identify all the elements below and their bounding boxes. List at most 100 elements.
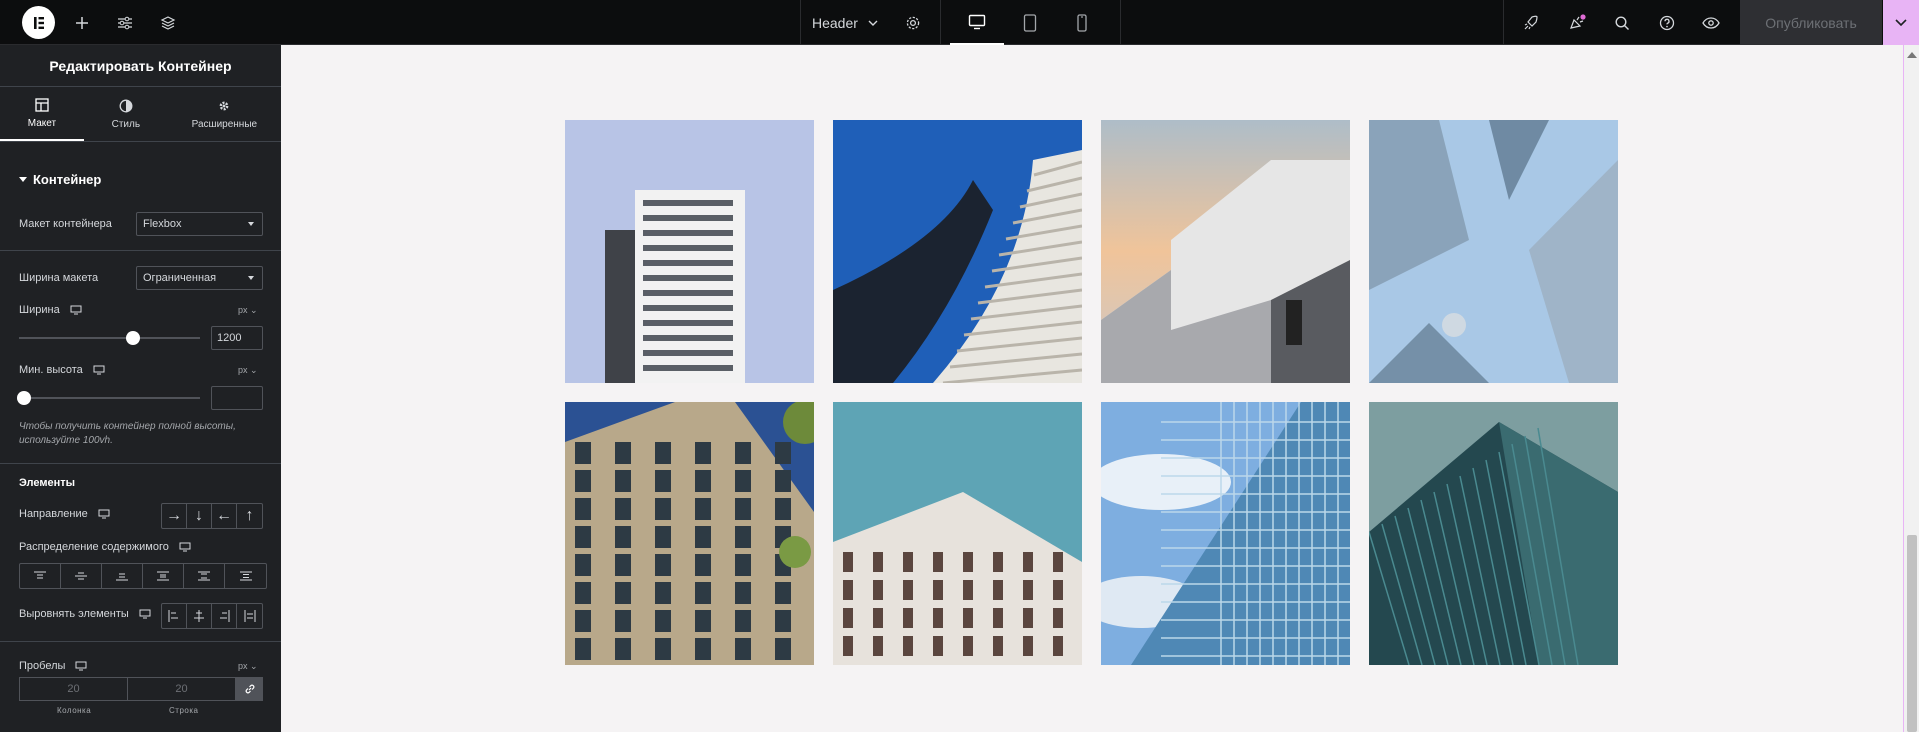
header-dropdown-label: Header	[812, 14, 858, 31]
justify-control-label: Распределение содержимого	[19, 541, 191, 553]
container-layout-label: Макет контейнера	[19, 218, 112, 230]
content-width-select[interactable]: Ограниченная	[136, 266, 263, 290]
justify-label: Распределение содержимого	[19, 541, 169, 553]
min-height-control-label: Мин. высота	[19, 364, 105, 376]
justify-center-icon[interactable]	[61, 564, 102, 588]
width-unit-dropdown[interactable]: px ⌄	[238, 305, 258, 316]
gallery-image-glass-tower-clouds[interactable]	[1101, 402, 1350, 665]
gaps-control-label: Пробелы	[19, 660, 87, 672]
width-label: Ширина	[19, 304, 60, 316]
width-slider-handle[interactable]	[126, 331, 141, 345]
gallery-image-curved-blue-tower[interactable]	[833, 120, 1082, 383]
tab-style-label: Стиль	[111, 118, 141, 130]
search-icon[interactable]	[1611, 0, 1633, 45]
width-slider[interactable]	[19, 337, 200, 339]
justify-end-icon[interactable]	[102, 564, 143, 588]
desktop-responsive-icon[interactable]	[179, 542, 191, 552]
direction-label: Направление	[19, 508, 88, 520]
gaps-label: Пробелы	[19, 660, 66, 672]
gallery-image-facade-with-tree[interactable]	[565, 402, 814, 665]
help-icon[interactable]	[1656, 0, 1678, 45]
caret-down-icon	[19, 176, 27, 182]
site-settings-icon[interactable]	[114, 0, 136, 45]
width-control-label: Ширина	[19, 304, 82, 316]
justify-space-between-icon[interactable]	[143, 564, 184, 588]
gallery-image-teal-glass-tower[interactable]	[1369, 402, 1618, 665]
align-stretch-icon[interactable]	[237, 604, 262, 628]
tab-layout[interactable]: Макет	[0, 87, 84, 141]
align-label: Выровнять элементы	[19, 608, 129, 620]
separator	[1120, 0, 1121, 45]
min-height-hint: Чтобы получить контейнер полной высоты, …	[19, 421, 236, 446]
desktop-responsive-icon[interactable]	[93, 365, 105, 375]
justify-start-icon[interactable]	[20, 564, 61, 588]
separator	[1503, 0, 1504, 45]
preview-canvas	[281, 45, 1903, 732]
align-end-icon[interactable]	[212, 604, 237, 628]
canvas-scrollbar[interactable]	[1903, 45, 1919, 732]
layout-icon	[35, 97, 49, 112]
gallery-image-brick-office-block[interactable]	[833, 402, 1082, 665]
desktop-responsive-icon[interactable]	[75, 661, 87, 671]
min-height-slider[interactable]	[19, 397, 200, 399]
justify-button-group	[19, 563, 267, 589]
top-bar: Header Опубликовать	[0, 0, 1919, 45]
gaps-unit-dropdown[interactable]: px ⌄	[238, 661, 258, 672]
section-title: Контейнер	[33, 172, 102, 187]
gallery-image-white-geometric-building[interactable]	[1101, 120, 1350, 383]
align-control-label: Выровнять элементы	[19, 608, 151, 620]
launchpad-rocket-icon[interactable]	[1520, 0, 1542, 45]
align-center-icon[interactable]	[187, 604, 212, 628]
gallery-image-skyscrapers-from-below[interactable]	[1369, 120, 1618, 383]
divider	[0, 641, 281, 642]
width-input[interactable]: 1200	[211, 326, 263, 350]
header-dropdown[interactable]: Header	[812, 0, 886, 45]
divider	[0, 250, 281, 251]
elements-title: Элементы	[19, 477, 76, 489]
min-height-slider-handle[interactable]	[17, 391, 31, 405]
gap-column-label: Колонка	[57, 706, 92, 715]
desktop-responsive-icon[interactable]	[98, 509, 110, 519]
scrollbar-thumb[interactable]	[1907, 535, 1917, 732]
contrast-icon	[119, 99, 133, 112]
publish-button[interactable]: Опубликовать	[1740, 0, 1882, 45]
desktop-responsive-icon[interactable]	[70, 305, 82, 315]
link-values-icon[interactable]	[236, 677, 263, 701]
publish-options-chevron-icon[interactable]	[1883, 0, 1919, 45]
direction-button-group: → ↓ ← ↑	[161, 503, 263, 529]
container-layout-select[interactable]: Flexbox	[136, 212, 263, 236]
page-settings-gear-icon[interactable]	[902, 0, 924, 45]
gap-column-input[interactable]: 20	[19, 677, 128, 701]
direction-row-reverse-arrow-left-icon[interactable]: ←	[212, 504, 237, 528]
gallery-image-white-apartment-tower[interactable]	[565, 120, 814, 383]
align-button-group	[161, 603, 263, 629]
tab-style[interactable]: Стиль	[84, 87, 168, 141]
preview-eye-icon[interactable]	[1700, 0, 1722, 45]
min-height-unit: px	[238, 365, 248, 375]
width-unit: px	[238, 305, 248, 315]
direction-column-reverse-arrow-up-icon[interactable]: ↑	[237, 504, 262, 528]
panel-title: Редактировать Контейнер	[0, 45, 281, 87]
divider	[0, 463, 281, 464]
min-height-input[interactable]	[211, 386, 263, 410]
elementor-logo[interactable]	[22, 6, 55, 39]
gear-icon	[219, 101, 229, 110]
scroll-up-arrow-icon[interactable]	[1907, 51, 1917, 59]
tab-advanced[interactable]: Расширенные	[168, 87, 281, 141]
section-container-toggle[interactable]: Контейнер	[19, 172, 101, 187]
desktop-responsive-icon[interactable]	[139, 609, 151, 619]
direction-row-arrow-right-icon[interactable]: →	[162, 504, 187, 528]
add-element-icon[interactable]	[72, 0, 92, 45]
structure-layers-icon[interactable]	[157, 0, 179, 45]
desktop-view-icon[interactable]	[950, 0, 1004, 45]
justify-space-around-icon[interactable]	[184, 564, 225, 588]
separator	[940, 0, 941, 45]
align-start-icon[interactable]	[162, 604, 187, 628]
whats-new-icon[interactable]	[1566, 0, 1588, 45]
direction-column-arrow-down-icon[interactable]: ↓	[187, 504, 212, 528]
mobile-view-icon[interactable]	[1056, 0, 1108, 45]
justify-space-evenly-icon[interactable]	[225, 564, 266, 588]
tablet-view-icon[interactable]	[1004, 0, 1056, 45]
gap-row-input[interactable]: 20	[127, 677, 236, 701]
min-height-unit-dropdown[interactable]: px ⌄	[238, 365, 258, 376]
